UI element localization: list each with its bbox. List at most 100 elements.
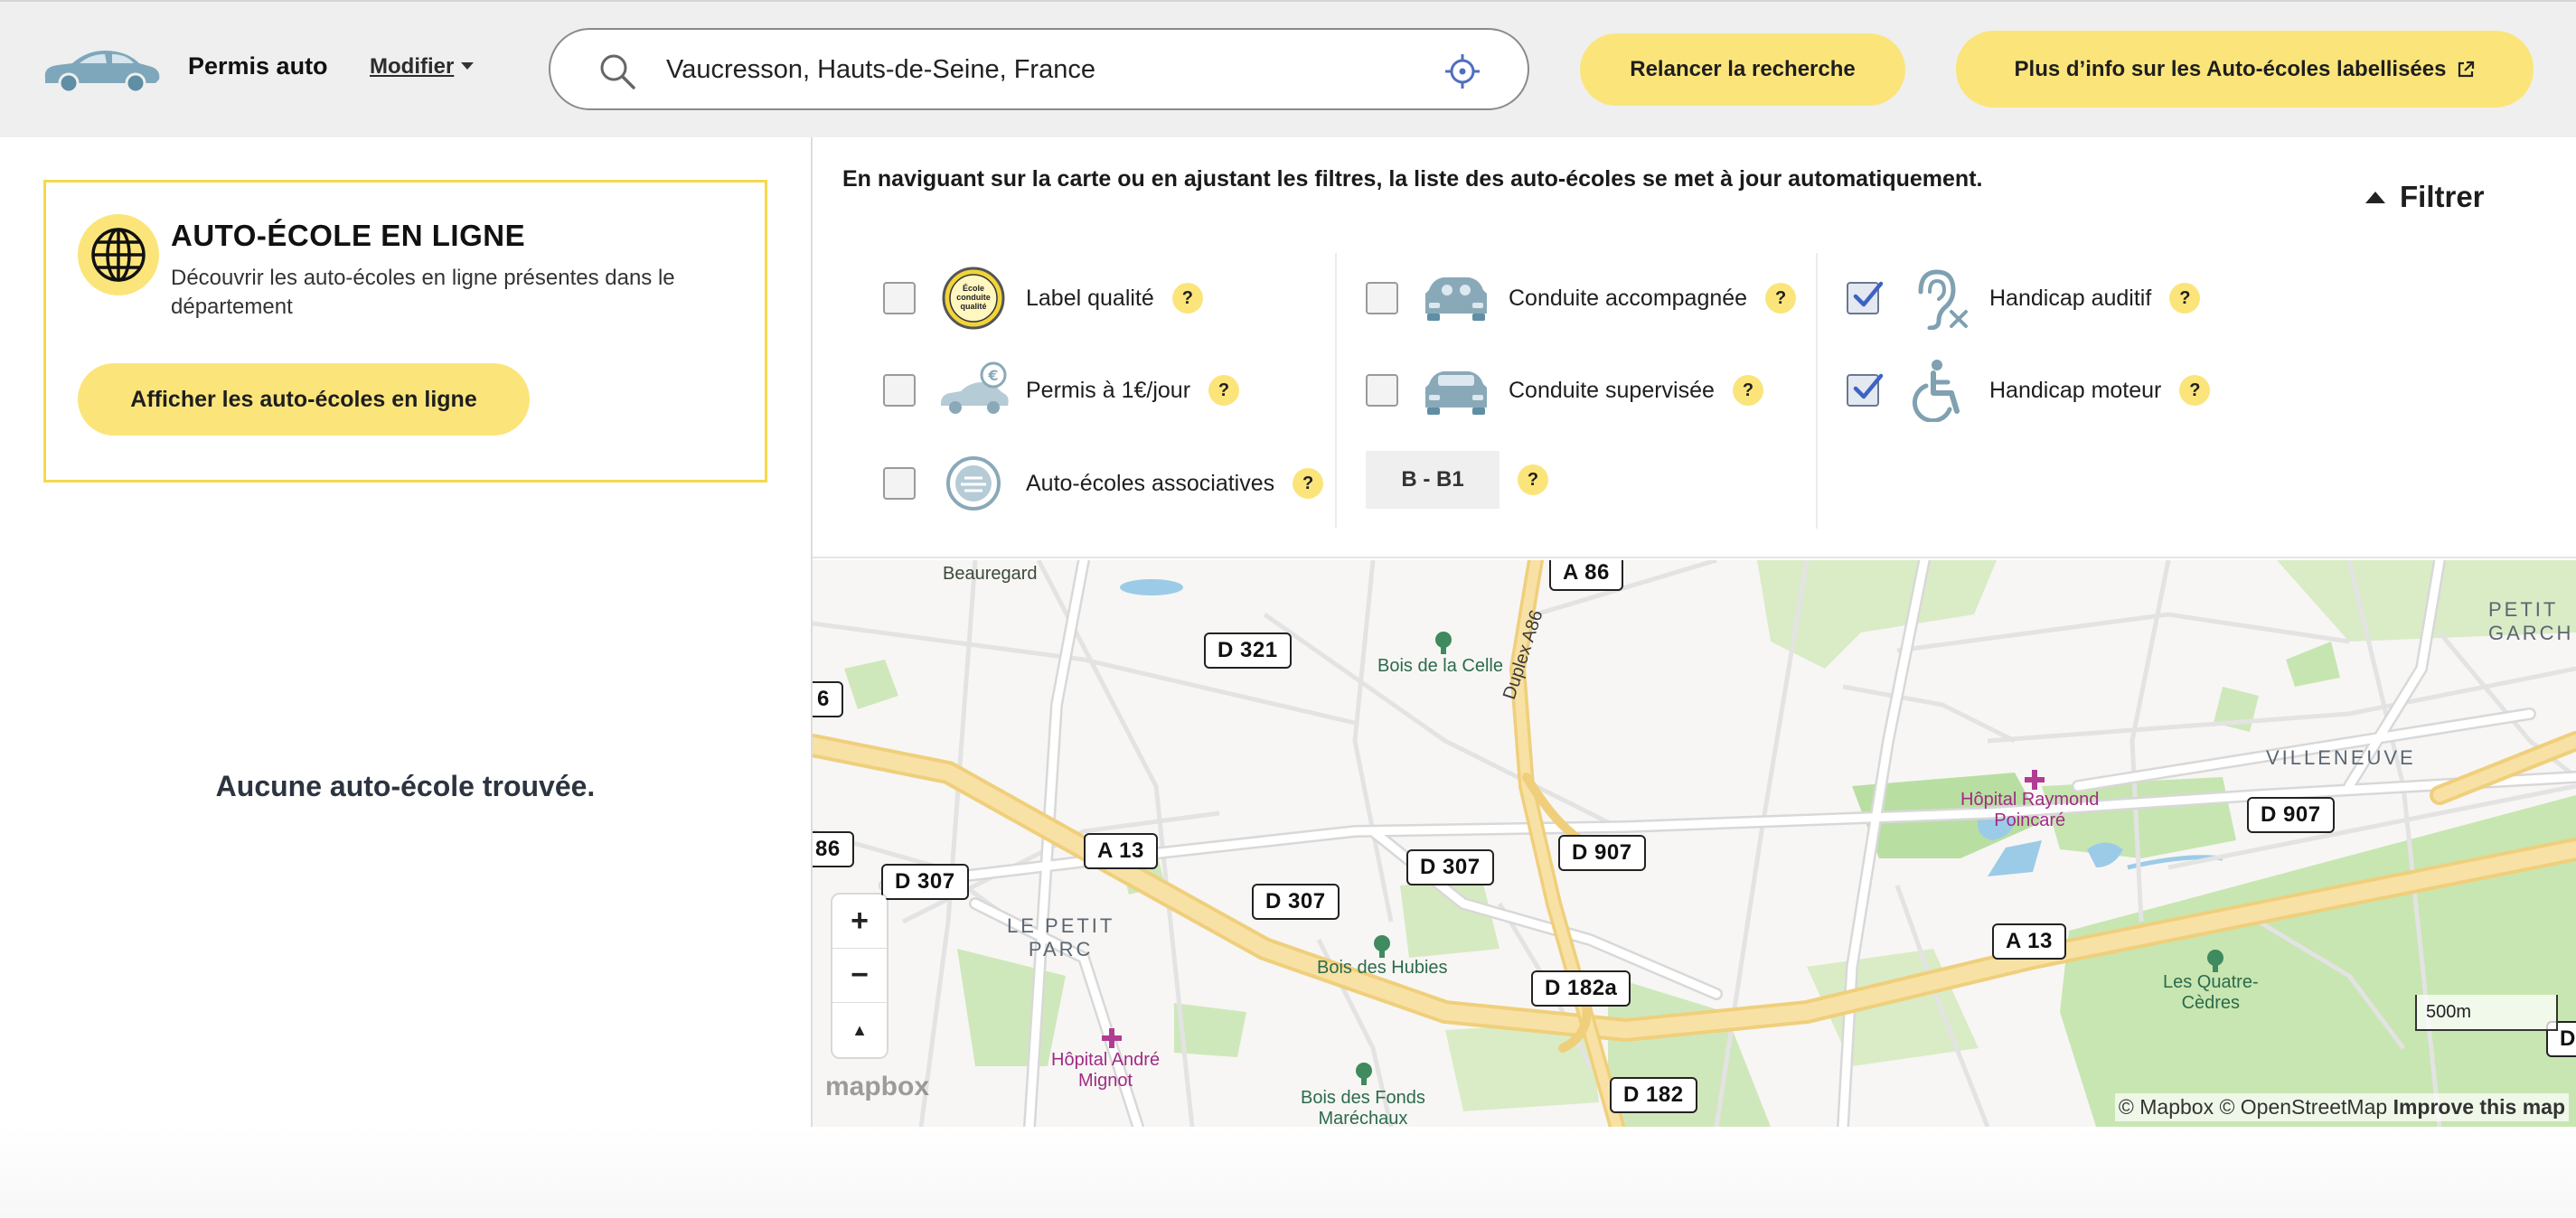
search-input[interactable] bbox=[666, 48, 1407, 91]
filter-associatives: Auto-écoles associatives ? bbox=[883, 452, 1324, 515]
road-shield: D 907 bbox=[2247, 797, 2335, 833]
map-view[interactable]: Beauregard Bois de la Celle Duplex A86 L… bbox=[813, 560, 2576, 1127]
filter-notice: En naviguant sur la carte ou en ajustant… bbox=[842, 166, 1983, 192]
svg-text:€: € bbox=[987, 367, 998, 384]
compass-icon: ▲ bbox=[851, 1020, 868, 1039]
map-base-layer[interactable] bbox=[813, 560, 2576, 1127]
filter-label-qualite: École conduite qualité Label qualité ? bbox=[883, 267, 1203, 330]
association-icon bbox=[937, 452, 1010, 515]
quality-label-icon: École conduite qualité bbox=[937, 267, 1010, 330]
filter-label: Handicap auditif bbox=[1989, 285, 2152, 311]
filter-label: Conduite supervisée bbox=[1509, 377, 1715, 403]
conduite-supervisee-checkbox[interactable] bbox=[1366, 374, 1398, 407]
wheelchair-icon bbox=[1901, 359, 1973, 424]
place-label: Bois de la Celle bbox=[1377, 656, 1503, 676]
filter-permis-1-euro: € Permis à 1€/jour ? bbox=[883, 359, 1240, 422]
brand-title: Permis auto bbox=[188, 52, 328, 80]
chevron-down-icon bbox=[461, 61, 475, 70]
filter-label: Auto-écoles associatives bbox=[1026, 470, 1275, 496]
help-button[interactable]: ? bbox=[2179, 375, 2211, 406]
conduite-accompagnee-checkbox[interactable] bbox=[1366, 282, 1398, 314]
associatives-checkbox[interactable] bbox=[883, 467, 916, 500]
globe-icon bbox=[91, 228, 146, 282]
car-passengers-icon bbox=[1420, 267, 1492, 330]
search-bar bbox=[549, 28, 1529, 110]
road-shield: A 13 bbox=[1992, 923, 2066, 960]
zoom-in-button[interactable]: + bbox=[832, 895, 887, 949]
road-shield: D 307 bbox=[1252, 884, 1340, 920]
compass-button[interactable]: ▲ bbox=[832, 1003, 887, 1057]
attribution-text[interactable]: © Mapbox © OpenStreetMap bbox=[2119, 1095, 2387, 1119]
modifier-label: Modifier bbox=[370, 54, 455, 79]
place-label: Bois des Hubies bbox=[1317, 958, 1448, 978]
map-attribution: © Mapbox © OpenStreetMap Improve this ma… bbox=[2114, 1093, 2569, 1121]
help-button[interactable]: ? bbox=[1732, 375, 1763, 406]
filter-label: Label qualité bbox=[1026, 285, 1154, 311]
place-label: Les Quatre- Cèdres bbox=[2163, 972, 2259, 1013]
filter-toggle[interactable]: Filtrer bbox=[2365, 180, 2485, 214]
relancer-recherche-button[interactable]: Relancer la recherche bbox=[1580, 33, 1905, 106]
online-card-description: Découvrir les auto-écoles en ligne prése… bbox=[171, 266, 675, 319]
car-icon bbox=[44, 51, 160, 92]
zoom-out-button[interactable]: − bbox=[832, 949, 887, 1003]
place-label: Beauregard bbox=[943, 564, 1038, 584]
district-label: VILLENEUVE bbox=[2266, 746, 2416, 769]
mapbox-logo-text: mapbox bbox=[825, 1072, 930, 1101]
hearing-impaired-icon bbox=[1901, 267, 1973, 331]
label-qualite-checkbox[interactable] bbox=[883, 282, 916, 314]
help-button[interactable]: ? bbox=[2169, 283, 2201, 314]
map-scale: 500m bbox=[2415, 995, 2558, 1031]
filter-label: Conduite accompagnée bbox=[1509, 285, 1748, 311]
road-shield: A 86 bbox=[1549, 560, 1623, 591]
online-school-card: AUTO-ÉCOLE EN LIGNE Découvrir les auto-é… bbox=[43, 180, 767, 483]
checkmark-icon bbox=[1853, 281, 1884, 307]
external-link-icon bbox=[2458, 61, 2475, 77]
filter-handicap-auditif: Handicap auditif ? bbox=[1847, 267, 2201, 331]
handicap-moteur-checkbox[interactable] bbox=[1847, 373, 1884, 407]
district-label: LE PETIT PARC bbox=[1007, 914, 1115, 960]
modifier-dropdown[interactable]: Modifier bbox=[370, 54, 475, 80]
mapbox-logo[interactable]: mapbox bbox=[825, 1072, 929, 1102]
search-icon bbox=[600, 54, 635, 89]
filter-toggle-label: Filtrer bbox=[2400, 180, 2485, 213]
road-shield: D 307 bbox=[1406, 849, 1494, 885]
improve-map-link[interactable]: Improve this map bbox=[2393, 1095, 2565, 1119]
filter-panel: En naviguant sur la carte ou en ajustant… bbox=[813, 137, 2576, 558]
info-button-label: Plus d’info sur les Auto-écoles labellis… bbox=[2014, 56, 2447, 81]
online-card-title: AUTO-ÉCOLE EN LIGNE bbox=[171, 219, 526, 252]
road-shield: D 182a bbox=[1531, 970, 1631, 1007]
globe-icon-badge bbox=[78, 214, 159, 295]
empty-results-message: Aucune auto-école trouvée. bbox=[215, 770, 596, 802]
help-button[interactable]: ? bbox=[1765, 283, 1797, 314]
help-button[interactable]: ? bbox=[1518, 464, 1548, 495]
hospital-label: Hôpital Raymond Poincaré bbox=[1960, 790, 2100, 830]
permis-1-euro-checkbox[interactable] bbox=[883, 374, 916, 407]
svg-text:École: École bbox=[963, 284, 984, 293]
permis-type-select[interactable]: B - B1 bbox=[1366, 451, 1500, 509]
page-footer-area bbox=[0, 1127, 2576, 1218]
road-shield: D 307 bbox=[881, 864, 969, 900]
help-button[interactable]: ? bbox=[1171, 283, 1203, 314]
help-button[interactable]: ? bbox=[1208, 375, 1240, 406]
crosshair-icon[interactable] bbox=[1444, 53, 1481, 89]
filter-handicap-moteur: Handicap moteur ? bbox=[1847, 359, 2211, 424]
show-online-schools-button[interactable]: Afficher les auto-écoles en ligne bbox=[78, 363, 530, 436]
filter-conduite-accompagnee: Conduite accompagnée ? bbox=[1366, 267, 1797, 330]
info-auto-ecoles-button[interactable]: Plus d’info sur les Auto-écoles labellis… bbox=[1956, 31, 2534, 108]
svg-text:conduite: conduite bbox=[956, 293, 991, 302]
column-divider bbox=[1335, 253, 1337, 529]
filter-permis-type: B - B1 ? bbox=[1366, 448, 1548, 511]
district-label: PETIT GARCH bbox=[2488, 598, 2574, 644]
road-shield: A 13 bbox=[1084, 833, 1158, 869]
road-shield: D 907 bbox=[1558, 835, 1646, 871]
filter-label: Permis à 1€/jour bbox=[1026, 377, 1191, 403]
road-shield: D 321 bbox=[1204, 632, 1292, 669]
column-divider bbox=[1816, 253, 1818, 529]
caret-up-icon bbox=[2365, 192, 2385, 203]
handicap-auditif-checkbox[interactable] bbox=[1847, 281, 1884, 314]
hospital-label: Hôpital André Mignot bbox=[1051, 1050, 1161, 1091]
top-header: Permis auto Modifier Relancer la recherc… bbox=[0, 0, 2576, 137]
svg-text:qualité: qualité bbox=[960, 302, 986, 311]
help-button[interactable]: ? bbox=[1293, 468, 1324, 499]
car-icon bbox=[1420, 359, 1492, 422]
